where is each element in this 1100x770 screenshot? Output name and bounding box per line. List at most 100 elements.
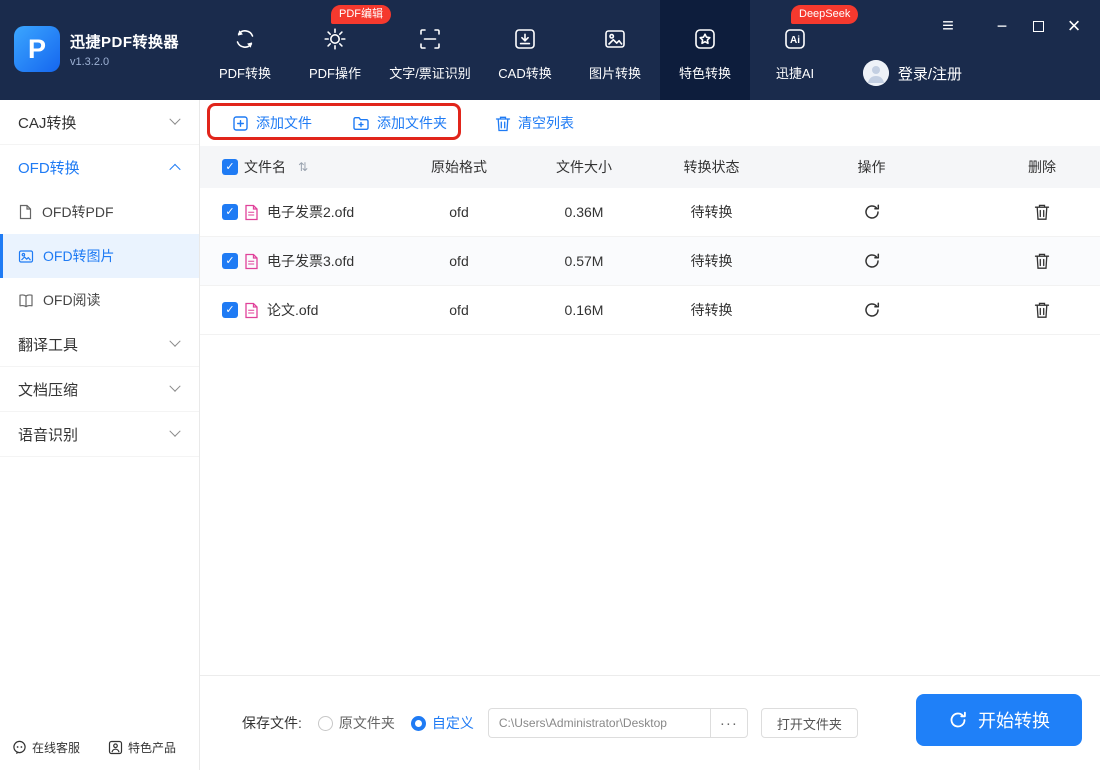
star-badge-icon xyxy=(692,24,718,54)
sidebar-group-ofd[interactable]: OFD转换 xyxy=(0,145,199,190)
save-path-group: ··· xyxy=(487,708,748,738)
nav-tab-ocr[interactable]: 文字/票证识别 xyxy=(380,0,480,100)
toolbar: 添加文件 添加文件夹 清空列表 xyxy=(200,100,1100,146)
nav-tab-image-convert[interactable]: 图片转换 xyxy=(570,0,660,100)
nav-label: PDF操作 xyxy=(308,66,361,81)
group-label: 翻译工具 xyxy=(18,336,79,354)
select-all-checkbox[interactable]: ✓ xyxy=(222,159,238,175)
column-action: 操作 xyxy=(857,159,886,175)
file-name: 电子发票2.ofd xyxy=(267,204,355,220)
radio-circle-selected[interactable] xyxy=(410,715,426,731)
table-row: ✓ 电子发票3.ofd ofd 0.57M 待转换 xyxy=(200,237,1100,286)
footer-label: 特色产品 xyxy=(128,740,177,755)
convert-row-button[interactable] xyxy=(859,297,885,323)
ofd-file-icon xyxy=(244,253,259,270)
maximize-button[interactable] xyxy=(1028,16,1048,36)
image-icon xyxy=(602,24,628,54)
sidebar-group-translate[interactable]: 翻译工具 xyxy=(0,322,199,367)
convert-arrows-icon xyxy=(232,24,258,54)
person-box-icon xyxy=(108,740,123,755)
deepseek-badge: DeepSeek xyxy=(791,5,859,24)
minimize-button[interactable]: − xyxy=(992,16,1012,36)
sidebar-group-compress[interactable]: 文档压缩 xyxy=(0,367,199,412)
pdf-edit-badge: PDF编辑 xyxy=(331,5,391,24)
close-button[interactable]: × xyxy=(1064,13,1084,38)
add-file-icon xyxy=(232,115,249,132)
save-file-label: 保存文件: xyxy=(242,715,302,731)
bottom-bar: 保存文件: 原文件夹 自定义 ··· 打开文件夹 开始转换 xyxy=(200,675,1100,770)
maximize-icon xyxy=(1032,20,1044,32)
add-folder-icon xyxy=(352,115,370,131)
add-file-label: 添加文件 xyxy=(256,115,312,131)
column-status: 转换状态 xyxy=(683,159,740,175)
convert-row-button[interactable] xyxy=(859,248,885,274)
pdf-doc-icon xyxy=(18,204,33,220)
sidebar-group-caj[interactable]: CAJ转换 xyxy=(0,100,199,145)
nav-tab-xunjie-ai[interactable]: DeepSeek Ai 迅捷AI xyxy=(750,0,859,100)
file-size: 0.36M xyxy=(564,204,604,220)
radio-circle-unselected[interactable] xyxy=(317,715,333,731)
add-folder-button[interactable]: 添加文件夹 xyxy=(352,113,447,133)
nav-tab-pdf-convert[interactable]: PDF转换 xyxy=(200,0,290,100)
item-label: OFD转图片 xyxy=(43,248,115,264)
radio-original-folder[interactable]: 原文件夹 xyxy=(317,713,395,733)
table-row: ✓ 论文.ofd ofd 0.16M 待转换 xyxy=(200,286,1100,335)
nav-tab-cad-convert[interactable]: CAD转换 xyxy=(480,0,570,100)
main-content: 添加文件 添加文件夹 清空列表 ✓ 文件名 ⇅ 原始格式 文件大小 转换状态 操… xyxy=(200,100,1100,770)
radio-custom-folder[interactable]: 自定义 xyxy=(410,713,474,733)
file-status: 待转换 xyxy=(690,253,733,269)
featured-products-link[interactable]: 特色产品 xyxy=(108,739,176,756)
column-size: 文件大小 xyxy=(556,159,612,175)
menu-icon[interactable]: ≡ xyxy=(938,15,958,37)
save-path-input[interactable] xyxy=(487,708,710,738)
row-checkbox[interactable]: ✓ xyxy=(222,253,238,269)
refresh-white-icon xyxy=(948,710,968,730)
column-filename[interactable]: 文件名 ⇅ xyxy=(244,157,414,177)
login-label: 登录/注册 xyxy=(897,65,962,83)
radio-label: 自定义 xyxy=(431,715,474,731)
delete-row-button[interactable] xyxy=(1030,248,1054,274)
sort-icon[interactable]: ⇅ xyxy=(298,160,308,174)
file-format: ofd xyxy=(449,302,469,318)
header: P 迅捷PDF转换器 v1.3.2.0 PDF转换 PDF编辑 PDF操作 文字… xyxy=(0,0,1100,100)
download-box-icon xyxy=(512,24,538,54)
chevron-down-icon xyxy=(169,425,181,437)
file-status: 待转换 xyxy=(690,302,733,318)
brand: P 迅捷PDF转换器 v1.3.2.0 xyxy=(14,26,179,72)
app-version: v1.3.2.0 xyxy=(70,55,110,68)
add-file-button[interactable]: 添加文件 xyxy=(232,113,312,133)
row-checkbox[interactable]: ✓ xyxy=(222,204,238,220)
open-folder-button[interactable]: 打开文件夹 xyxy=(760,708,858,738)
clear-list-button[interactable]: 清空列表 xyxy=(495,113,574,133)
group-label: CAJ转换 xyxy=(18,114,77,132)
online-service-link[interactable]: 在线客服 xyxy=(12,739,80,756)
start-convert-label: 开始转换 xyxy=(978,711,1050,731)
row-checkbox[interactable]: ✓ xyxy=(222,302,238,318)
sidebar-item-ofd-read[interactable]: OFD阅读 xyxy=(0,278,199,322)
clear-list-label: 清空列表 xyxy=(518,115,574,131)
convert-row-button[interactable] xyxy=(859,199,885,225)
avatar xyxy=(862,60,889,86)
chevron-down-icon xyxy=(169,113,181,125)
browse-button[interactable]: ··· xyxy=(709,708,748,738)
nav-label: 迅捷AI xyxy=(775,66,815,81)
main-nav: PDF转换 PDF编辑 PDF操作 文字/票证识别 CAD转换 图片转换 特色转… xyxy=(200,0,859,100)
start-convert-button[interactable]: 开始转换 xyxy=(916,694,1082,746)
gear-icon xyxy=(322,24,348,54)
delete-row-button[interactable] xyxy=(1030,297,1054,323)
nav-tab-pdf-operate[interactable]: PDF编辑 PDF操作 xyxy=(290,0,391,100)
sidebar-item-ofd-to-pdf[interactable]: OFD转PDF xyxy=(0,190,199,234)
column-delete: 删除 xyxy=(1028,159,1056,175)
chevron-down-icon xyxy=(169,380,181,392)
sidebar: CAJ转换 OFD转换 OFD转PDF OFD转图片 OFD阅读 翻译工具 文档… xyxy=(0,100,200,770)
nav-tab-special-convert[interactable]: 特色转换 xyxy=(660,0,750,100)
ai-box-icon: Ai xyxy=(782,24,808,54)
sidebar-group-speech[interactable]: 语音识别 xyxy=(0,412,199,457)
file-name: 电子发票3.ofd xyxy=(267,253,355,269)
file-size: 0.57M xyxy=(564,253,604,269)
group-label: OFD转换 xyxy=(18,160,80,177)
login-register[interactable]: 登录/注册 xyxy=(862,60,962,86)
sidebar-item-ofd-to-image[interactable]: OFD转图片 xyxy=(0,234,199,278)
ofd-file-icon xyxy=(244,204,259,221)
delete-row-button[interactable] xyxy=(1030,199,1054,225)
